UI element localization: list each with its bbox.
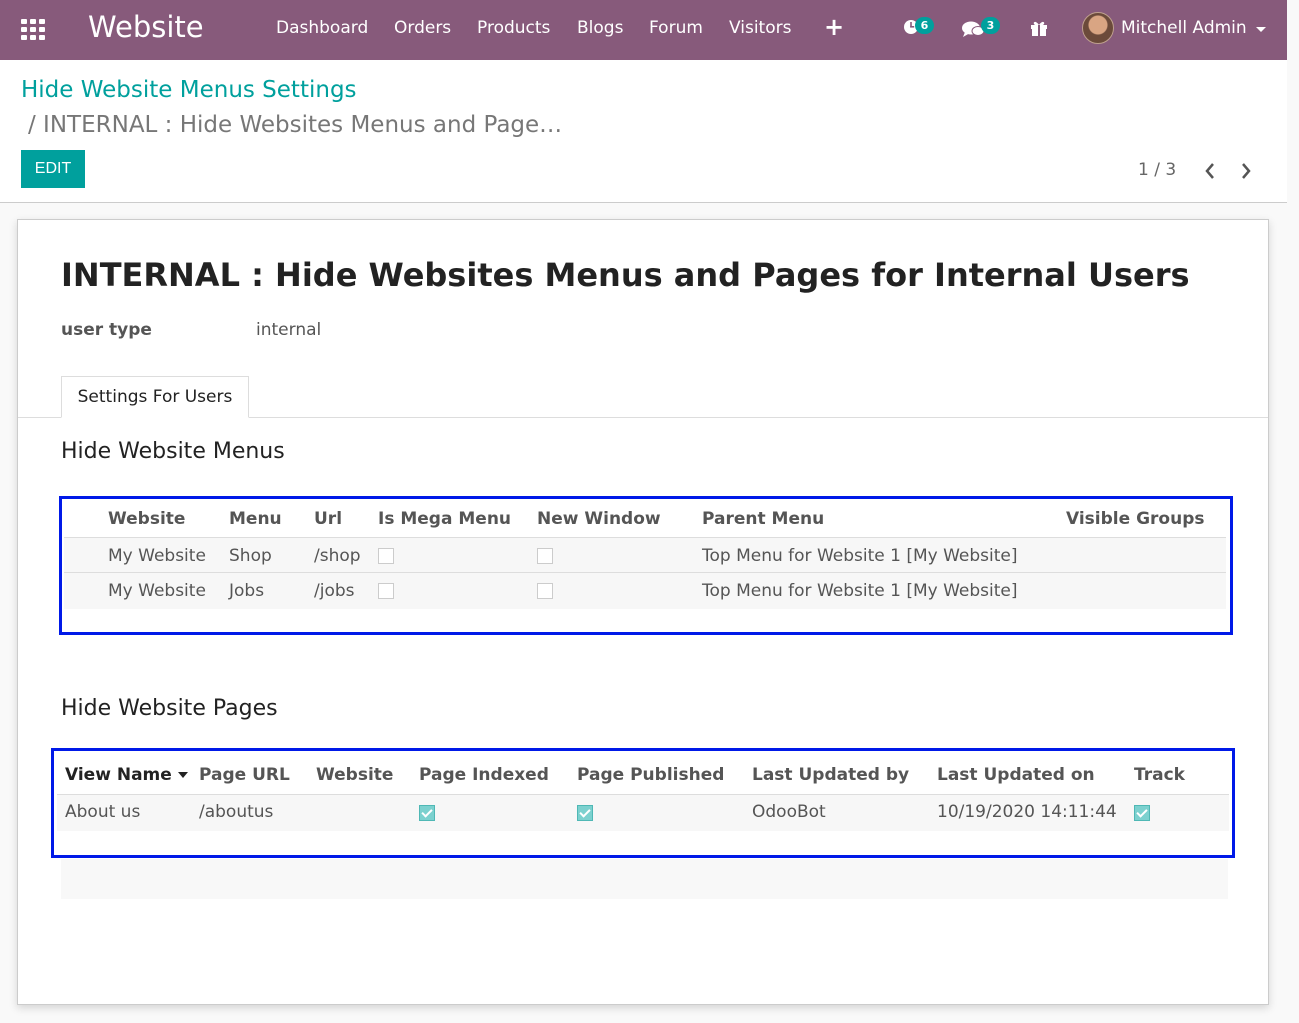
app-name: Website — [88, 10, 204, 44]
col-is-mega-menu[interactable]: Is Mega Menu — [378, 509, 511, 529]
breadcrumb-current: / INTERNAL : Hide Websites Menus and Pag… — [28, 112, 563, 138]
cell-last-updated-by[interactable]: OdooBot — [752, 802, 826, 822]
cell-parent-menu[interactable]: Top Menu for Website 1 [My Website] — [702, 546, 1018, 566]
col-website[interactable]: Website — [108, 509, 185, 529]
list-footer — [61, 859, 1228, 899]
page-indexed-checkbox — [419, 805, 435, 821]
user-type-value: internal — [256, 320, 322, 340]
col-menu[interactable]: Menu — [229, 509, 282, 529]
user-name[interactable]: Mitchell Admin — [1121, 18, 1247, 38]
gift-icon[interactable] — [1030, 19, 1048, 41]
col-url[interactable]: Url — [314, 509, 342, 529]
menu-products[interactable]: Products — [477, 18, 550, 38]
cell-menu[interactable]: Jobs — [229, 581, 264, 601]
activity-count-badge: 6 — [915, 17, 934, 34]
header-divider — [57, 794, 1229, 795]
apps-grid-icon[interactable] — [21, 19, 45, 40]
pager-value[interactable]: 1 / 3 — [1138, 160, 1176, 180]
col-new-window[interactable]: New Window — [537, 509, 661, 529]
form-sheet: INTERNAL : Hide Websites Menus and Pages… — [17, 219, 1269, 1005]
col-view-name[interactable]: View Name — [65, 765, 188, 785]
col-visible-groups[interactable]: Visible Groups — [1066, 509, 1204, 529]
edit-button[interactable]: EDIT — [21, 150, 85, 188]
menu-blogs[interactable]: Blogs — [577, 18, 623, 38]
messages-count-badge: 3 — [981, 17, 1000, 34]
cell-website[interactable]: My Website — [108, 581, 206, 601]
record-title: INTERNAL : Hide Websites Menus and Pages… — [61, 256, 1190, 294]
cell-url[interactable]: /shop — [314, 546, 361, 566]
sort-caret-icon — [177, 772, 188, 778]
menu-dashboard[interactable]: Dashboard — [276, 18, 368, 38]
tab-settings-for-users[interactable]: Settings For Users — [61, 376, 249, 418]
pager-previous-icon[interactable] — [1204, 161, 1216, 185]
col-website[interactable]: Website — [316, 765, 393, 785]
cell-parent-menu[interactable]: Top Menu for Website 1 [My Website] — [702, 581, 1018, 601]
pager-next-icon[interactable] — [1240, 161, 1252, 185]
new-window-checkbox — [537, 548, 553, 564]
top-navbar: Website Dashboard Orders Products Blogs … — [0, 0, 1287, 60]
row-divider — [64, 572, 1226, 573]
menu-orders[interactable]: Orders — [394, 18, 451, 38]
header-divider — [64, 537, 1226, 538]
plus-icon[interactable]: + — [824, 13, 844, 41]
cell-last-updated-on[interactable]: 10/19/2020 14:11:44 — [937, 802, 1117, 822]
cell-page-url[interactable]: /aboutus — [199, 802, 273, 822]
cell-menu[interactable]: Shop — [229, 546, 272, 566]
col-page-indexed[interactable]: Page Indexed — [419, 765, 549, 785]
col-view-name-label: View Name — [65, 765, 172, 785]
cell-url[interactable]: /jobs — [314, 581, 355, 601]
track-checkbox — [1134, 805, 1150, 821]
col-page-url[interactable]: Page URL — [199, 765, 290, 785]
menu-visitors[interactable]: Visitors — [729, 18, 791, 38]
caret-down-icon[interactable] — [1256, 27, 1266, 32]
menu-forum[interactable]: Forum — [649, 18, 703, 38]
col-parent-menu[interactable]: Parent Menu — [702, 509, 824, 529]
menus-table: Website Menu Url Is Mega Menu New Window… — [59, 496, 1233, 635]
col-last-updated-on[interactable]: Last Updated on — [937, 765, 1095, 785]
user-type-label: user type — [61, 320, 152, 340]
cell-website[interactable]: My Website — [108, 546, 206, 566]
col-track[interactable]: Track — [1134, 765, 1185, 785]
is-mega-menu-checkbox — [378, 548, 394, 564]
pages-section-title: Hide Website Pages — [61, 696, 278, 721]
is-mega-menu-checkbox — [378, 583, 394, 599]
cell-view-name[interactable]: About us — [65, 802, 140, 822]
col-last-updated-by[interactable]: Last Updated by — [752, 765, 909, 785]
col-page-published[interactable]: Page Published — [577, 765, 724, 785]
breadcrumb-parent-link[interactable]: Hide Website Menus Settings — [21, 77, 357, 103]
menus-section-title: Hide Website Menus — [61, 439, 285, 464]
user-avatar[interactable] — [1082, 12, 1114, 44]
new-window-checkbox — [537, 583, 553, 599]
pages-table: View Name Page URL Website Page Indexed … — [51, 748, 1235, 858]
page-published-checkbox — [577, 805, 593, 821]
control-panel: Hide Website Menus Settings / INTERNAL :… — [0, 60, 1287, 203]
